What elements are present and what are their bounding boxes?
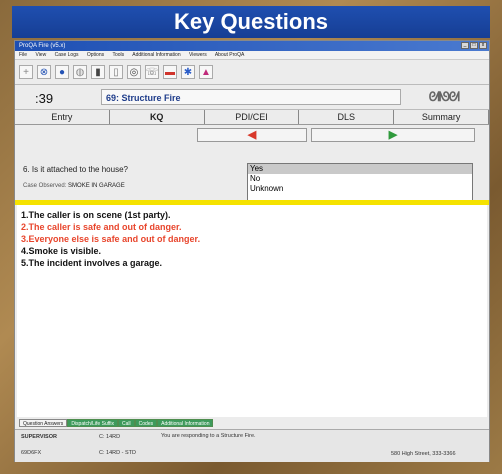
case-header: :39 69: Structure Fire ᘛᘚᘛ: [15, 85, 489, 109]
status-bar: SUPERVISOR 69D6FX C: 14RD C: 14RD - STD …: [15, 429, 489, 462]
menu-viewers[interactable]: Viewers: [189, 52, 207, 58]
menu-additional-info[interactable]: Additional Information: [132, 52, 180, 58]
phone-icon[interactable]: ☏: [145, 65, 159, 79]
supervisor-label: SUPERVISOR: [21, 434, 57, 440]
stop-icon[interactable]: ●: [55, 65, 69, 79]
chief-complaint-field: 69: Structure Fire: [101, 89, 401, 105]
status-m1: C: 14RD: [99, 434, 121, 440]
tab-question-answers[interactable]: Question Answers: [19, 419, 68, 427]
cancel-icon[interactable]: ⊗: [37, 65, 51, 79]
status-m2: C: 14RD - STD: [99, 450, 136, 456]
tab-bar: Entry KQ PDI/CEI DLS Summary: [15, 109, 489, 125]
minimize-button[interactable]: _: [461, 42, 469, 49]
window-title: ProQA Fire (v5.x): [19, 43, 66, 49]
window-controls: _ □ x: [461, 42, 487, 49]
tab-call[interactable]: Call: [118, 419, 135, 427]
tab-kq[interactable]: KQ: [110, 110, 205, 124]
menu-case-logs[interactable]: Case Logs: [55, 52, 79, 58]
answer-option-no[interactable]: No: [248, 174, 472, 184]
menu-options[interactable]: Options: [87, 52, 104, 58]
tab-dls[interactable]: DLS: [299, 110, 395, 124]
responses-panel: 1.The caller is on scene (1st party). 2.…: [17, 205, 487, 417]
menu-view[interactable]: View: [35, 52, 46, 58]
ems-star-icon[interactable]: ✱: [181, 65, 195, 79]
menu-about[interactable]: About ProQA: [215, 52, 244, 58]
tab-entry[interactable]: Entry: [15, 110, 110, 124]
tab-additional-information[interactable]: Additional Information: [157, 419, 214, 427]
tab-codes[interactable]: Codes: [134, 419, 158, 427]
target-icon[interactable]: ◎: [127, 65, 141, 79]
document-icon[interactable]: ▮: [91, 65, 105, 79]
window-titlebar: ProQA Fire (v5.x) _ □ x: [15, 41, 489, 51]
case-observed-label: Case Observed:: [23, 183, 67, 189]
case-observed-value: SMOKE IN GARAGE: [68, 183, 125, 189]
response-item: 4.Smoke is visible.: [21, 246, 102, 256]
tab-summary[interactable]: Summary: [394, 110, 489, 124]
add-icon[interactable]: +: [19, 65, 33, 79]
key-question: 6. Is it attached to the house?: [23, 165, 128, 174]
determinant-code: 69D6FX: [21, 450, 42, 456]
menu-tools[interactable]: Tools: [112, 52, 124, 58]
response-list: 1.The caller is on scene (1st party). 2.…: [17, 205, 487, 269]
toolbar: + ⊗ ● ◍ ▮ ▯ ◎ ☏ ▬ ✱ ▲: [15, 60, 489, 85]
close-button[interactable]: x: [479, 42, 487, 49]
tab-pdi-cei[interactable]: PDI/CEI: [205, 110, 300, 124]
police-icon[interactable]: ▲: [199, 65, 213, 79]
pause-icon[interactable]: ◍: [73, 65, 87, 79]
firetruck-icon[interactable]: ▬: [163, 65, 177, 79]
answer-option-unknown[interactable]: Unknown: [248, 184, 472, 194]
app-window: ProQA Fire (v5.x) _ □ x File View Case L…: [14, 40, 490, 462]
answer-option-yes[interactable]: Yes: [248, 164, 472, 174]
menu-bar: File View Case Logs Options Tools Additi…: [15, 51, 489, 60]
case-observed: Case Observed: SMOKE IN GARAGE: [23, 183, 125, 189]
navigation-row: ◀ ▶: [15, 125, 489, 145]
call-number: :39: [35, 91, 54, 106]
back-button[interactable]: ◀: [197, 128, 307, 142]
brand-logo: ᘛᘚᘛ: [428, 89, 460, 104]
menu-file[interactable]: File: [19, 52, 27, 58]
maximize-button[interactable]: □: [470, 42, 478, 49]
tab-dispatch-life-suffix[interactable]: Dispatch/Life Suffix: [67, 419, 119, 427]
incident-address: 580 High Street, 333-3366: [391, 451, 456, 457]
forward-button[interactable]: ▶: [311, 128, 475, 142]
response-item: 1.The caller is on scene (1st party).: [21, 210, 171, 220]
response-item: 3.Everyone else is safe and out of dange…: [21, 234, 201, 244]
response-item: 5.The incident involves a garage.: [21, 258, 163, 268]
copy-icon[interactable]: ▯: [109, 65, 123, 79]
responding-message: You are responding to a Structure Fire.: [161, 433, 256, 439]
bottom-tab-bar: Question Answers Dispatch/Life Suffix Ca…: [19, 419, 214, 427]
banner-title: Key Questions: [12, 6, 490, 38]
response-item: 2.The caller is safe and out of danger.: [21, 222, 182, 232]
